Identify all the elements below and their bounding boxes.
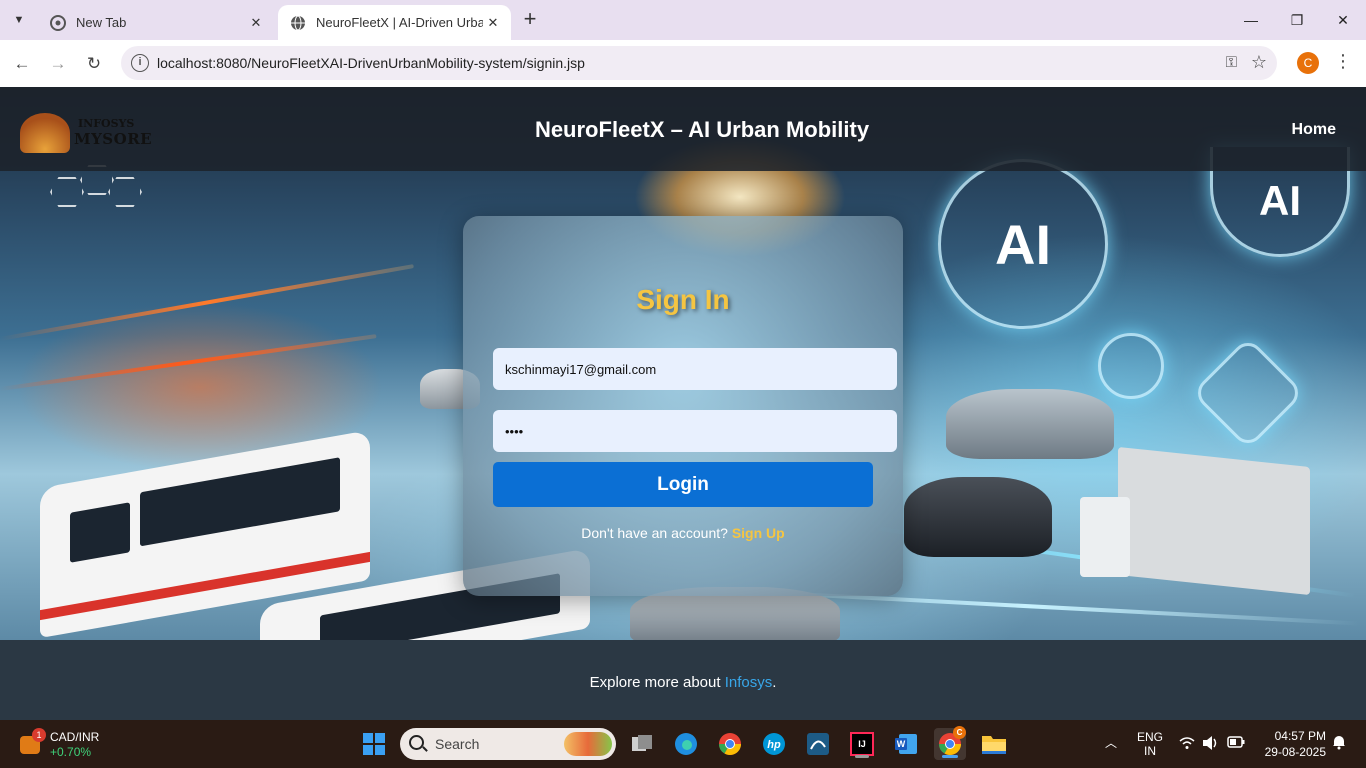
lang-line2: IN <box>1144 744 1156 758</box>
restore-icon[interactable]: ❐ <box>1274 0 1320 40</box>
tab-title: NeuroFleetX | AI-Driven Urban I <box>316 15 483 30</box>
globe-icon <box>290 15 306 31</box>
search-highlight-image <box>564 732 612 756</box>
svg-text:W: W <box>897 739 906 749</box>
infosys-link[interactable]: Infosys <box>725 674 773 691</box>
notification-bell-icon[interactable] <box>1330 734 1348 753</box>
no-account-text: Don't have an account? <box>581 525 728 541</box>
ai-text: AI <box>995 212 1051 276</box>
browser-toolbar: ← → ↻ i localhost:8080/NeuroFleetXAI-Dri… <box>0 40 1366 87</box>
show-hidden-icons-chevron-icon[interactable]: ︿ <box>1102 734 1120 751</box>
ai-hologram: AI <box>938 159 1108 329</box>
light-trail <box>0 264 414 341</box>
battery-icon[interactable] <box>1226 736 1246 751</box>
search-icon <box>409 735 424 750</box>
password-field[interactable] <box>493 410 897 452</box>
site-title: NeuroFleetX – AI Urban Mobility <box>534 117 870 142</box>
close-window-icon[interactable]: ✕ <box>1320 0 1366 40</box>
windows-start-icon[interactable] <box>358 728 390 760</box>
word-icon[interactable]: W <box>890 728 922 760</box>
car-graphic <box>946 389 1114 459</box>
widget-badge: 1 <box>32 728 46 742</box>
running-indicator <box>855 755 869 758</box>
intellij-idea-icon[interactable]: IJ <box>846 728 878 760</box>
url-text[interactable]: localhost:8080/NeuroFleetXAI-DrivenUrban… <box>157 55 585 71</box>
minimize-icon[interactable]: — <box>1228 0 1274 40</box>
search-hologram-icon <box>1191 336 1305 450</box>
chrome-profile-badge: C <box>953 726 966 739</box>
svg-text:IJ: IJ <box>858 739 866 749</box>
language-indicator[interactable]: ENG IN <box>1134 730 1166 758</box>
new-tab-plus-icon[interactable]: + <box>518 8 542 32</box>
browser-tab-bar: ▼ New Tab ✕ NeuroFleetX | AI-Driven Urba… <box>0 0 1366 40</box>
truck-graphic <box>1118 446 1310 596</box>
svg-text:hp: hp <box>767 739 781 751</box>
footer-text: Explore more about Infosys. <box>0 674 1366 691</box>
lang-line1: ENG <box>1136 730 1163 744</box>
widget-value: +0.70% <box>50 745 92 759</box>
web-page: AI AI INFOSYS MYSORE NeuroFleetX – AI Ur… <box>0 87 1366 720</box>
site-info-icon[interactable]: i <box>131 54 149 72</box>
footer-text-after: . <box>772 674 777 691</box>
forward-arrow-icon[interactable]: → <box>46 52 70 76</box>
car-graphic <box>904 477 1052 557</box>
search-placeholder: Search <box>435 736 480 752</box>
currency-widget[interactable]: 1 CAD/INR +0.70% <box>18 728 118 760</box>
file-explorer-icon[interactable] <box>978 728 1010 760</box>
hexagon-graphic <box>50 177 84 207</box>
back-arrow-icon[interactable]: ← <box>10 52 34 76</box>
nav-home-link[interactable]: Home <box>1292 121 1336 139</box>
tab-title: New Tab <box>76 15 127 30</box>
profile-avatar[interactable]: C <box>1297 52 1319 74</box>
footer-text-before: Explore more about <box>589 674 725 691</box>
tab-search-chevron-icon[interactable]: ▼ <box>6 8 32 32</box>
car-graphic <box>630 587 840 647</box>
bookmark-star-icon[interactable]: ☆ <box>1251 52 1267 73</box>
truck-cab-graphic <box>1080 497 1130 577</box>
signup-prompt: Don't have an account? Sign Up <box>463 525 903 541</box>
address-bar[interactable]: i localhost:8080/NeuroFleetXAI-DrivenUrb… <box>121 46 1277 80</box>
clock[interactable]: 04:57 PM 29-08-2025 <box>1256 729 1326 759</box>
reload-icon[interactable]: ↻ <box>82 52 106 76</box>
ai-text: AI <box>1259 176 1301 224</box>
signin-heading: Sign In <box>636 284 730 315</box>
tab-neurofleetx[interactable]: NeuroFleetX | AI-Driven Urban I ✕ <box>278 5 511 40</box>
widget-name: CAD/INR <box>50 730 100 744</box>
clock-time: 04:57 PM <box>1274 729 1326 743</box>
tab-new-tab[interactable]: New Tab ✕ <box>38 5 274 40</box>
tab-close-icon[interactable]: ✕ <box>483 13 503 33</box>
wifi-hologram-icon <box>1098 333 1164 399</box>
signup-link[interactable]: Sign Up <box>732 525 785 541</box>
windows-taskbar: 1 CAD/INR +0.70% Search hp IJ W C ︿ ENG … <box>0 720 1366 768</box>
chrome-icon <box>50 14 66 31</box>
hp-icon[interactable]: hp <box>758 728 790 760</box>
light-trail <box>0 334 377 391</box>
site-header: INFOSYS MYSORE NeuroFleetX – AI Urban Mo… <box>0 87 1366 171</box>
volume-icon[interactable] <box>1202 735 1220 754</box>
edge-icon[interactable] <box>670 728 702 760</box>
chrome-icon[interactable] <box>714 728 746 760</box>
chrome-profile-icon[interactable]: C <box>934 726 966 760</box>
browser-menu-icon[interactable]: ⋮ <box>1334 51 1352 75</box>
wifi-icon[interactable] <box>1178 736 1196 753</box>
signin-card: Sign In Login Don't have an account? Sig… <box>463 216 903 596</box>
mysql-workbench-icon[interactable] <box>802 728 834 760</box>
email-field[interactable] <box>493 348 897 390</box>
clock-date: 29-08-2025 <box>1264 745 1326 759</box>
task-view-icon[interactable] <box>626 728 658 760</box>
password-key-icon[interactable]: ⚿ <box>1226 54 1237 71</box>
login-button[interactable]: Login <box>493 462 873 507</box>
running-indicator <box>942 755 958 758</box>
site-footer: Explore more about Infosys. <box>0 640 1366 720</box>
taskbar-search-box[interactable]: Search <box>400 728 616 760</box>
tab-close-icon[interactable]: ✕ <box>246 13 266 33</box>
